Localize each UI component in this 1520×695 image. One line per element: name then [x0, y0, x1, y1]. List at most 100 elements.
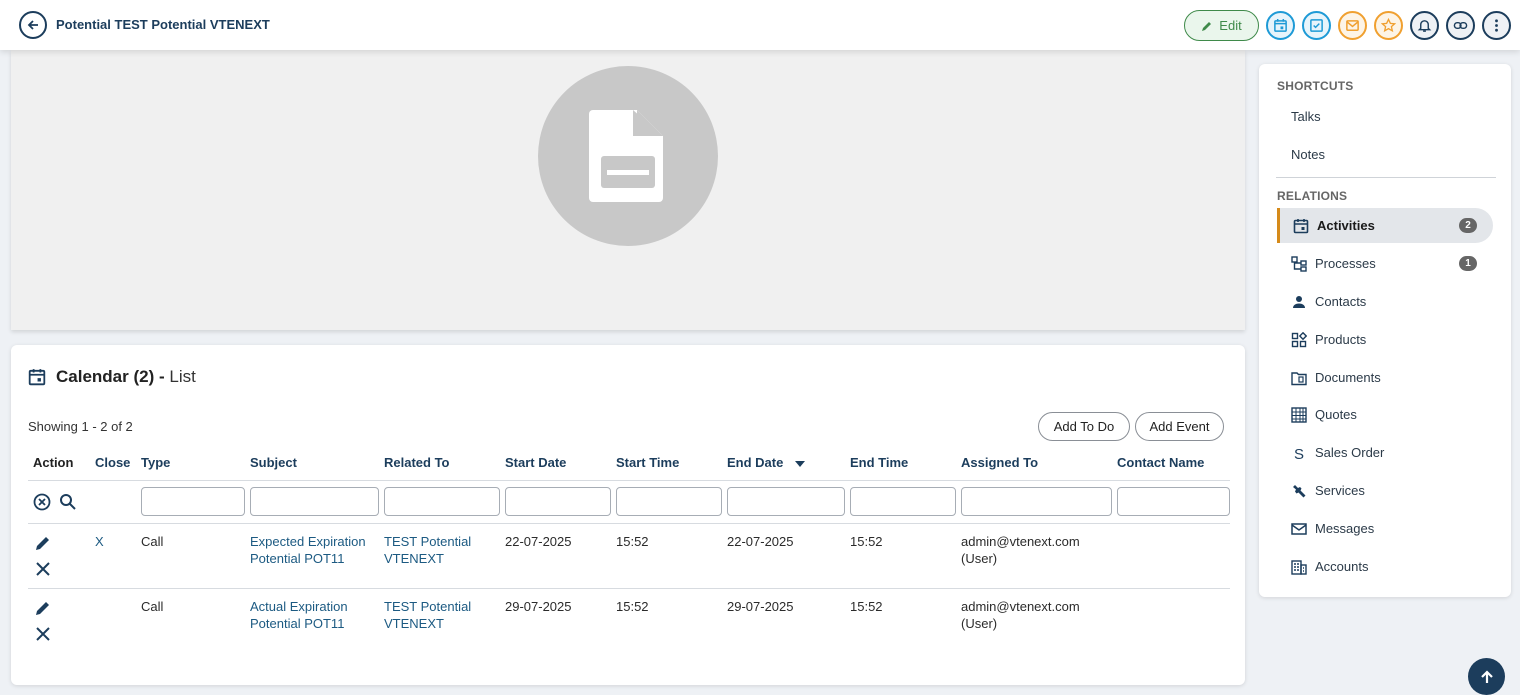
add-todo-button[interactable]: Add To Do: [1038, 412, 1130, 441]
filter-end-date-input[interactable]: [727, 487, 845, 516]
filter-subject-input[interactable]: [250, 487, 379, 516]
mail-icon: [1346, 20, 1359, 31]
grid-icon: [1291, 406, 1307, 423]
column-header-end-date-cell[interactable]: End Date: [722, 446, 845, 480]
relation-services[interactable]: Services: [1277, 473, 1493, 508]
pencil-icon: [1202, 21, 1212, 31]
relation-documents[interactable]: Documents: [1277, 360, 1493, 395]
column-header-end-time[interactable]: End Time: [845, 446, 956, 480]
cell-start-time: 15:52: [611, 523, 722, 589]
cell-end-date: 22-07-2025: [722, 523, 845, 589]
edit-icon[interactable]: [33, 533, 53, 553]
relation-messages-label: Messages: [1315, 521, 1375, 536]
table-row: X Call Expected Expiration Potential POT…: [28, 523, 1230, 589]
relation-processes[interactable]: Processes 1: [1277, 246, 1493, 281]
filter-type-input[interactable]: [141, 487, 245, 516]
delete-icon[interactable]: [33, 624, 53, 644]
link-icon: [1453, 21, 1468, 30]
cell-contact: [1112, 523, 1230, 589]
relation-products[interactable]: Products: [1277, 322, 1493, 357]
shortcut-notes[interactable]: Notes: [1277, 137, 1493, 172]
filter-end-time-input[interactable]: [850, 487, 956, 516]
activities-count-badge: 2: [1459, 218, 1477, 233]
delete-icon[interactable]: [33, 559, 53, 579]
more-vertical-icon: [1495, 19, 1498, 32]
column-header-related-to[interactable]: Related To: [379, 446, 500, 480]
cell-subject[interactable]: Expected Expiration Potential POT11: [245, 523, 379, 589]
filter-related-input[interactable]: [384, 487, 500, 516]
filter-assigned-input[interactable]: [961, 487, 1112, 516]
close-link[interactable]: X: [90, 523, 136, 589]
top-bar: Potential TEST Potential VTENEXT Edit: [0, 0, 1520, 50]
record-avatar: [538, 66, 718, 246]
cell-related[interactable]: TEST Potential VTENEXT: [379, 523, 500, 589]
record-image-area: [11, 50, 1245, 330]
relation-messages[interactable]: Messages: [1277, 511, 1493, 546]
relation-sales-order[interactable]: S Sales Order: [1277, 435, 1493, 470]
back-button[interactable]: [19, 11, 47, 39]
table-row: Call Actual Expiration Potential POT11 T…: [28, 588, 1230, 653]
mail-icon: [1291, 522, 1307, 535]
more-button[interactable]: [1482, 11, 1511, 40]
filter-start-date-input[interactable]: [505, 487, 611, 516]
table-header: Action Close Type Subject Related To Sta…: [28, 446, 1230, 480]
mail-button[interactable]: [1338, 11, 1367, 40]
process-icon: [1291, 255, 1307, 272]
column-header-contact-name[interactable]: Contact Name: [1112, 446, 1230, 480]
notifications-button[interactable]: [1410, 11, 1439, 40]
sidebar-divider: [1276, 177, 1496, 178]
cell-end-time: 15:52: [850, 598, 883, 614]
cell-contact: [1112, 588, 1230, 653]
column-header-subject[interactable]: Subject: [245, 446, 379, 480]
column-header-type[interactable]: Type: [136, 446, 245, 480]
filter-start-time-input[interactable]: [616, 487, 722, 516]
column-header-start-date[interactable]: Start Date: [500, 446, 611, 480]
processes-count-badge: 1: [1459, 256, 1477, 271]
close-link[interactable]: [90, 588, 136, 653]
column-header-assigned-to[interactable]: Assigned To: [956, 446, 1112, 480]
filter-contact-input[interactable]: [1117, 487, 1230, 516]
cell-subject[interactable]: Actual Expiration Potential POT11: [245, 588, 379, 653]
showing-count: Showing 1 - 2 of 2: [28, 419, 133, 434]
relations-heading: RELATIONS: [1277, 189, 1348, 203]
todo-button[interactable]: [1302, 11, 1331, 40]
column-header-end-date: End Date: [727, 455, 784, 471]
shortcut-talks[interactable]: Talks: [1277, 99, 1493, 134]
link-button[interactable]: [1446, 11, 1475, 40]
bell-icon: [1417, 20, 1432, 32]
column-header-action: Action: [33, 455, 74, 471]
relation-quotes[interactable]: Quotes: [1277, 397, 1493, 432]
cell-related[interactable]: TEST Potential VTENEXT: [379, 588, 500, 653]
relation-contacts[interactable]: Contacts: [1277, 284, 1493, 319]
calendar-icon: [1293, 218, 1309, 233]
building-icon: [1291, 559, 1307, 575]
relation-accounts[interactable]: Accounts: [1277, 549, 1493, 584]
folder-icon: [1291, 371, 1307, 385]
s-icon: S: [1294, 446, 1304, 461]
relation-services-label: Services: [1315, 483, 1365, 498]
clear-filter-icon[interactable]: [33, 493, 51, 511]
cell-assigned: admin@vtenext.com (User): [956, 523, 1112, 589]
filter-close-empty: [90, 479, 136, 524]
calendar-card: Calendar (2) - List Showing 1 - 2 of 2 A…: [11, 345, 1245, 685]
edit-button[interactable]: Edit: [1184, 10, 1259, 41]
add-event-button[interactable]: Add Event: [1135, 412, 1224, 441]
calendar-icon: [1274, 18, 1287, 32]
scroll-to-top-button[interactable]: [1468, 658, 1505, 695]
checkbox-icon: [1310, 19, 1323, 32]
filter-row: [28, 479, 1230, 524]
relation-activities[interactable]: Activities 2: [1277, 208, 1493, 243]
edit-icon[interactable]: [33, 598, 53, 618]
cell-assigned: admin@vtenext.com (User): [961, 598, 1080, 631]
favorite-button[interactable]: [1374, 11, 1403, 40]
shortcut-notes-label: Notes: [1291, 147, 1325, 162]
calendar-table: Action Close Type Subject Related To Sta…: [28, 446, 1230, 653]
calendar-button[interactable]: [1266, 11, 1295, 40]
cell-type: Call: [141, 598, 164, 614]
column-header-start-time[interactable]: Start Time: [611, 446, 722, 480]
search-icon[interactable]: [59, 493, 77, 511]
column-header-close[interactable]: Close: [90, 446, 136, 480]
relation-activities-label: Activities: [1317, 218, 1375, 233]
document-icon: [589, 110, 663, 202]
right-sidebar: SHORTCUTS Talks Notes RELATIONS Activiti…: [1259, 64, 1511, 597]
